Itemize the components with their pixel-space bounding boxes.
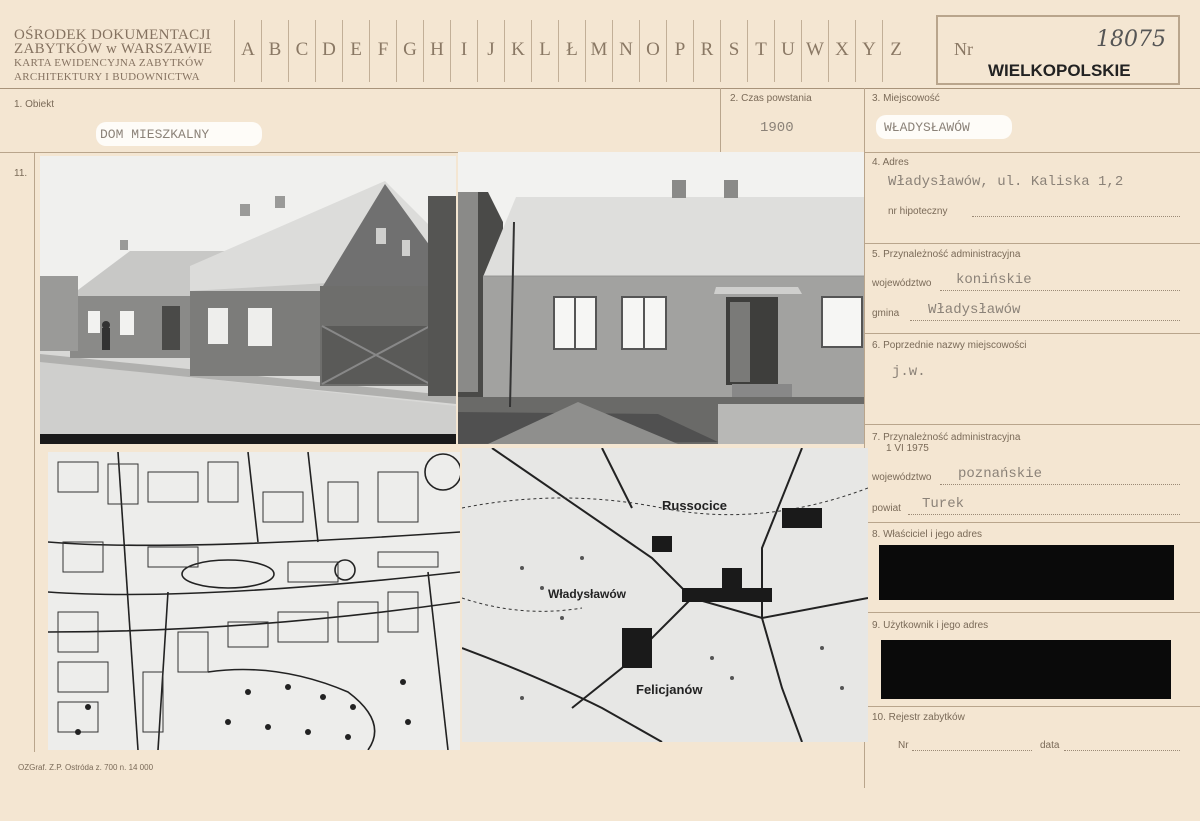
nr-value: 18075 bbox=[1096, 27, 1166, 52]
nr-box: Nr 18075 WIELKOPOLSKIE bbox=[936, 15, 1180, 85]
index-letter: U bbox=[774, 20, 801, 82]
rejestr-data-label: data bbox=[1040, 740, 1060, 751]
institution-block: OŚRODEK DOKUMENTACJI ZABYTKÓW w WARSZAWI… bbox=[14, 28, 232, 84]
index-letter: R bbox=[693, 20, 720, 82]
dotted-line bbox=[908, 514, 1180, 515]
uzytkownik-label: 9. Użytkownik i jego adres bbox=[872, 620, 989, 631]
dotted-line bbox=[912, 750, 1032, 751]
map-label-felicjanow: Felicjanów bbox=[636, 682, 703, 697]
index-letter: I bbox=[450, 20, 477, 82]
index-letter: F bbox=[369, 20, 396, 82]
index-letter: O bbox=[639, 20, 666, 82]
photo-street-view-image bbox=[40, 156, 456, 444]
map-region-image: Russocice Władysławów Felicjanów bbox=[462, 448, 868, 742]
map-label-russocice: Russocice bbox=[662, 498, 727, 513]
rejestr-nr-label: Nr bbox=[898, 740, 909, 751]
redaction-bar bbox=[881, 640, 1171, 699]
divider bbox=[864, 612, 1200, 613]
institution-line4: ARCHITEKTURY I BUDOWNICTWA bbox=[14, 71, 200, 83]
obiekt-value: DOM MIESZKALNY bbox=[100, 127, 210, 142]
divider bbox=[34, 152, 35, 752]
gmina-label: gmina bbox=[872, 308, 900, 319]
dotted-line bbox=[972, 216, 1180, 217]
adres-label: 4. Adres bbox=[872, 157, 909, 168]
map-region: Russocice Władysławów Felicjanów bbox=[462, 448, 868, 742]
map-label-wladyslawow: Władysławów bbox=[548, 587, 627, 601]
index-letter: K bbox=[504, 20, 531, 82]
poprzednie-label: 6. Poprzednie nazwy miejscowości bbox=[872, 340, 1027, 351]
rejestr-label: 10. Rejestr zabytków bbox=[872, 712, 965, 723]
map-town-plan-image bbox=[48, 452, 460, 750]
gmina-value: Władysławów bbox=[928, 302, 1021, 318]
photo-house-front-image bbox=[458, 152, 864, 444]
woj-value: konińskie bbox=[956, 272, 1032, 288]
index-letter: Z bbox=[882, 20, 909, 82]
woj2-value: poznańskie bbox=[958, 466, 1043, 482]
czas-label: 2. Czas powstania bbox=[730, 93, 812, 104]
poprzednie-value: j.w. bbox=[892, 364, 926, 380]
index-letter: M bbox=[585, 20, 612, 82]
index-letter: N bbox=[612, 20, 639, 82]
divider bbox=[864, 522, 1200, 523]
map-town-plan bbox=[48, 452, 460, 750]
nr-label: Nr bbox=[954, 39, 973, 59]
powiat-label: powiat bbox=[872, 503, 901, 514]
index-letter: A bbox=[234, 20, 261, 82]
index-letter: E bbox=[342, 20, 369, 82]
przyn1975-label: 7. Przynależność administracyjna bbox=[872, 432, 1021, 443]
photos-label: 11. bbox=[14, 168, 28, 179]
divider bbox=[864, 243, 1200, 244]
przyn1975-date: 1 VI 1975 bbox=[886, 443, 929, 454]
index-letter: C bbox=[288, 20, 315, 82]
przynaleznosc-label: 5. Przynależność administracyjna bbox=[872, 249, 1021, 260]
divider bbox=[720, 88, 721, 152]
woj2-label: województwo bbox=[872, 472, 932, 483]
print-info: OZGraf. Z.P. Ostróda z. 700 n. 14 000 bbox=[18, 763, 154, 772]
hipoteczny-label: nr hipoteczny bbox=[888, 206, 948, 217]
divider bbox=[864, 424, 1200, 425]
divider bbox=[864, 706, 1200, 707]
institution-line2: ZABYTKÓW w WARSZAWIE bbox=[14, 41, 213, 57]
photo-house-front bbox=[458, 152, 864, 444]
region-name: WIELKOPOLSKIE bbox=[988, 61, 1131, 80]
index-letter: W bbox=[801, 20, 828, 82]
index-letter: J bbox=[477, 20, 504, 82]
wlasciciel-label: 8. Właściciel i jego adres bbox=[872, 529, 983, 540]
adres-value: Władysławów, ul. Kaliska 1,2 bbox=[888, 174, 1124, 190]
divider bbox=[0, 88, 1200, 89]
redaction-bar bbox=[879, 545, 1174, 600]
miejscowosc-label: 3. Miejscowość bbox=[872, 93, 940, 104]
obiekt-label: 1. Obiekt bbox=[14, 99, 55, 110]
dotted-line bbox=[940, 290, 1180, 291]
index-letter: P bbox=[666, 20, 693, 82]
divider bbox=[864, 333, 1200, 334]
dotted-line bbox=[1064, 750, 1180, 751]
institution-line3: KARTA EWIDENCYJNA ZABYTKÓW bbox=[14, 57, 205, 69]
index-letter: B bbox=[261, 20, 288, 82]
index-letter: G bbox=[396, 20, 423, 82]
woj-label: województwo bbox=[872, 278, 932, 289]
photo-street-view bbox=[40, 156, 456, 444]
index-letter: Ł bbox=[558, 20, 585, 82]
index-letter: D bbox=[315, 20, 342, 82]
index-letters: ABCDEFGHIJKLŁMNOPRSTUWXYZ bbox=[234, 20, 909, 82]
czas-value: 1900 bbox=[760, 120, 794, 136]
index-letter: Y bbox=[855, 20, 882, 82]
institution-line1: OŚRODEK DOKUMENTACJI bbox=[14, 27, 211, 43]
index-letter: S bbox=[720, 20, 747, 82]
index-letter: X bbox=[828, 20, 855, 82]
inventory-card: OŚRODEK DOKUMENTACJI ZABYTKÓW w WARSZAWI… bbox=[0, 0, 1200, 821]
miejscowosc-value: WŁADYSŁAWÓW bbox=[884, 120, 970, 135]
dotted-line bbox=[940, 484, 1180, 485]
index-letter: L bbox=[531, 20, 558, 82]
dotted-line bbox=[910, 320, 1180, 321]
index-letter: H bbox=[423, 20, 450, 82]
index-letter: T bbox=[747, 20, 774, 82]
powiat-value: Turek bbox=[922, 496, 965, 512]
